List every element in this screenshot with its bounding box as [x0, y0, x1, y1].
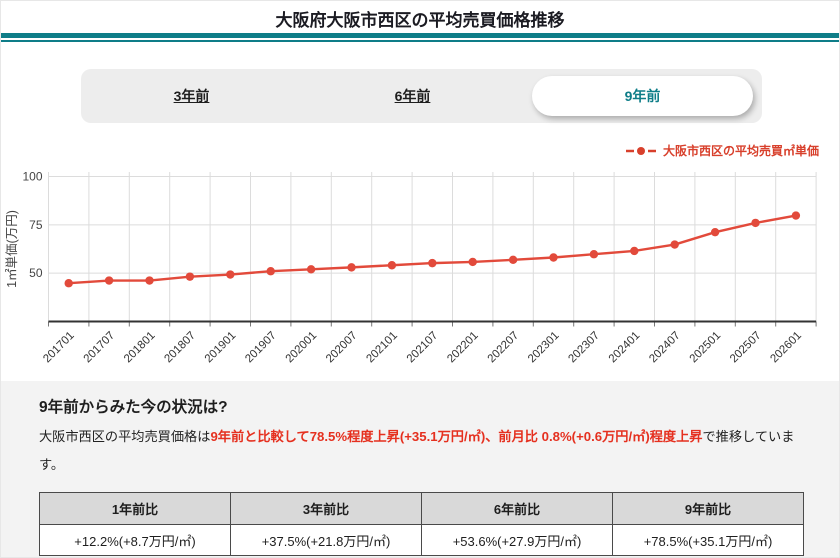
x-tick-label: 202007	[324, 330, 360, 366]
data-point	[104, 276, 114, 285]
header-3years: 3年前比	[230, 492, 422, 525]
legend-marker-icon	[625, 146, 656, 155]
header-1year: 1年前比	[39, 492, 231, 525]
page: 大阪府大阪市西区の平均売買価格推移 3年前 6年前 9年前 大阪市西区の平均売買…	[0, 0, 840, 558]
comparison-table-header-row: 1年前比 3年前比 6年前比 9年前比	[39, 492, 804, 525]
summary-intro: 大阪市西区の平均売買価格は	[39, 429, 211, 444]
x-tick-label: 201801	[122, 330, 158, 366]
x-tick-label: 201807	[162, 330, 198, 366]
data-point	[670, 240, 679, 249]
x-tick-label: 201901	[203, 330, 239, 366]
data-point	[468, 257, 477, 267]
x-tick-label: 201701	[41, 330, 77, 366]
data-point	[185, 272, 195, 281]
tab-9years-label: 9年前	[624, 88, 661, 104]
y-axis-title: 1㎡単価(万円)	[5, 210, 19, 288]
summary-highlight: 9年前と比較して78.5%程度上昇(+35.1万円/㎡)、前月比 0.8%(+0…	[210, 429, 703, 444]
comparison-table: 1年前比 3年前比 6年前比 9年前比 +12.2%(+8.7万円/㎡) +37…	[39, 492, 804, 556]
x-tick-label: 202401	[607, 330, 643, 366]
data-point	[226, 270, 235, 279]
x-tick-label: 202207	[486, 330, 522, 366]
page-title: 大阪府大阪市西区の平均売買価格推移	[275, 11, 565, 30]
price-trend-chart: 50 75 100 201701 201707 201801 201807 201901 201…	[5, 170, 817, 366]
y-tick-label: 100	[22, 170, 42, 184]
data-point	[751, 218, 760, 228]
x-tick-label: 202407	[647, 330, 683, 366]
value-1year: +12.2%(+8.7万円/㎡)	[39, 524, 231, 556]
x-tick-label: 202301	[526, 330, 562, 366]
x-tick-label: 202001	[284, 330, 320, 366]
data-point	[549, 253, 558, 262]
x-tick-label: 201907	[243, 330, 279, 366]
tab-6years-label[interactable]: 6年前	[395, 88, 431, 104]
data-point	[428, 258, 437, 268]
tab-9years[interactable]: 9年前	[532, 76, 753, 116]
legend-label: 大阪市西区の平均売買㎡単価	[662, 144, 819, 158]
data-point	[710, 227, 720, 237]
summary-panel: 9年前からみた今の状況は? 大阪市西区の平均売買価格は9年前と比較して78.5%…	[1, 381, 839, 557]
data-point	[306, 265, 316, 274]
tab-3years[interactable]: 3年前	[81, 86, 302, 106]
x-tick-label: 202107	[405, 330, 441, 366]
data-point	[508, 255, 518, 265]
x-tick-label: 202601	[768, 330, 804, 366]
data-point	[387, 261, 397, 270]
x-tick-label: 202201	[445, 330, 481, 366]
x-tick-label: 201707	[82, 330, 118, 366]
chart-legend: 大阪市西区の平均売買㎡単価	[625, 142, 819, 159]
value-9years: +78.5%(+35.1万円/㎡)	[612, 524, 804, 556]
data-point	[791, 211, 801, 220]
x-tick-label: 202501	[688, 330, 724, 366]
header-6years: 6年前比	[421, 492, 613, 525]
value-6years: +53.6%(+27.9万円/㎡)	[421, 524, 613, 556]
tab-6years[interactable]: 6年前	[302, 86, 523, 106]
summary-heading: 9年前からみた今の状況は?	[39, 399, 228, 416]
value-3years: +37.5%(+21.8万円/㎡)	[230, 524, 422, 556]
summary-text: 大阪市西区の平均売買価格は9年前と比較して78.5%程度上昇(+35.1万円/㎡…	[39, 423, 817, 478]
x-tick-label: 202101	[364, 330, 400, 366]
data-point	[64, 279, 73, 288]
y-tick-label: 75	[29, 218, 43, 232]
period-tabs: 3年前 6年前 9年前	[81, 69, 762, 123]
comparison-table-value-row: +12.2%(+8.7万円/㎡) +37.5%(+21.8万円/㎡) +53.6…	[39, 524, 804, 556]
data-point	[266, 267, 275, 276]
header-9years: 9年前比	[612, 492, 804, 525]
data-point	[145, 276, 154, 285]
tab-3years-label[interactable]: 3年前	[174, 88, 210, 104]
data-point	[630, 246, 639, 256]
data-point	[347, 263, 356, 272]
y-tick-label: 50	[29, 266, 43, 280]
x-tick-label: 202307	[566, 330, 602, 366]
data-point	[589, 250, 599, 259]
title-rule-thin	[1, 40, 839, 42]
title-rule-thick	[1, 33, 839, 38]
x-tick-label: 202507	[728, 330, 764, 366]
